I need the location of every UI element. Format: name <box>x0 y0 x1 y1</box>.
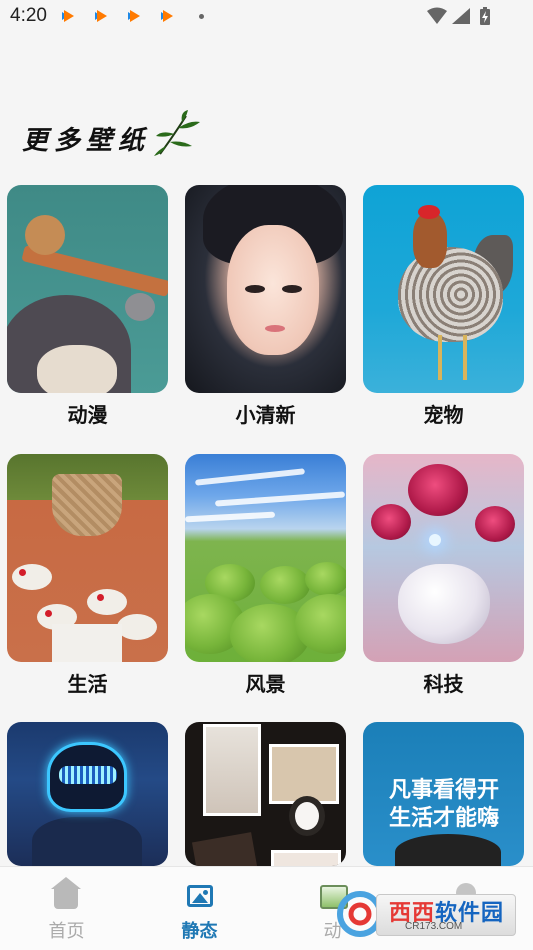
category-label: 小清新 <box>235 403 296 427</box>
app-notification-icon <box>128 9 144 23</box>
status-time: 4:20 <box>10 5 47 26</box>
nav-item-home[interactable]: 首页 <box>0 867 133 950</box>
category-card-fresh[interactable]: 小清新 <box>185 185 346 427</box>
category-label: 科技 <box>423 672 464 696</box>
category-thumbnail[interactable] <box>363 185 524 393</box>
signal-icon <box>452 8 470 24</box>
nav-label: 静态 <box>181 921 218 942</box>
category-thumbnail[interactable] <box>185 722 346 866</box>
nav-label: 首页 <box>48 921 85 942</box>
more-notifications-dot <box>199 14 204 19</box>
category-thumbnail[interactable]: 凡事看得开 生活才能嗨 <box>363 722 524 866</box>
category-card-tech[interactable]: 科技 <box>363 454 524 696</box>
category-label: 风景 <box>245 672 286 696</box>
category-card-anime[interactable]: 动漫 <box>7 185 168 427</box>
image-icon <box>185 881 215 911</box>
category-label: 动漫 <box>67 403 108 427</box>
wifi-icon <box>427 7 447 24</box>
battery-charging-icon <box>480 7 490 25</box>
category-thumbnail[interactable] <box>7 722 168 866</box>
category-thumbnail[interactable] <box>7 185 168 393</box>
category-thumbnail[interactable] <box>185 185 346 393</box>
category-card-life[interactable]: 生活 <box>7 454 168 696</box>
category-card-9[interactable]: 凡事看得开 生活才能嗨 <box>363 722 524 866</box>
category-thumbnail[interactable] <box>7 454 168 662</box>
category-card-scenery[interactable]: 风景 <box>185 454 346 696</box>
category-thumbnail[interactable] <box>363 454 524 662</box>
category-label: 生活 <box>67 672 108 696</box>
app-notification-icon <box>95 9 111 23</box>
category-card-pet[interactable]: 宠物 <box>363 185 524 427</box>
category-thumbnail[interactable] <box>185 454 346 662</box>
nav-item-static[interactable]: 静态 <box>133 867 266 950</box>
category-card-7[interactable] <box>7 722 168 866</box>
watermark: 西西软件园 CR173.COM <box>336 888 516 938</box>
watermark-box: 西西软件园 CR173.COM <box>376 894 516 936</box>
app-notification-icon <box>161 9 177 23</box>
app-notification-icon <box>62 9 78 23</box>
page-title: 更多壁纸 <box>22 126 151 156</box>
category-label: 宠物 <box>423 403 464 427</box>
watermark-subtitle: CR173.COM <box>405 921 463 932</box>
home-icon <box>50 877 82 911</box>
thumbnail-overlay-text: 凡事看得开 生活才能嗨 <box>388 778 499 831</box>
status-bar: 4:20 <box>0 0 533 32</box>
bamboo-decoration-icon <box>154 110 200 156</box>
category-card-8[interactable] <box>185 722 346 866</box>
